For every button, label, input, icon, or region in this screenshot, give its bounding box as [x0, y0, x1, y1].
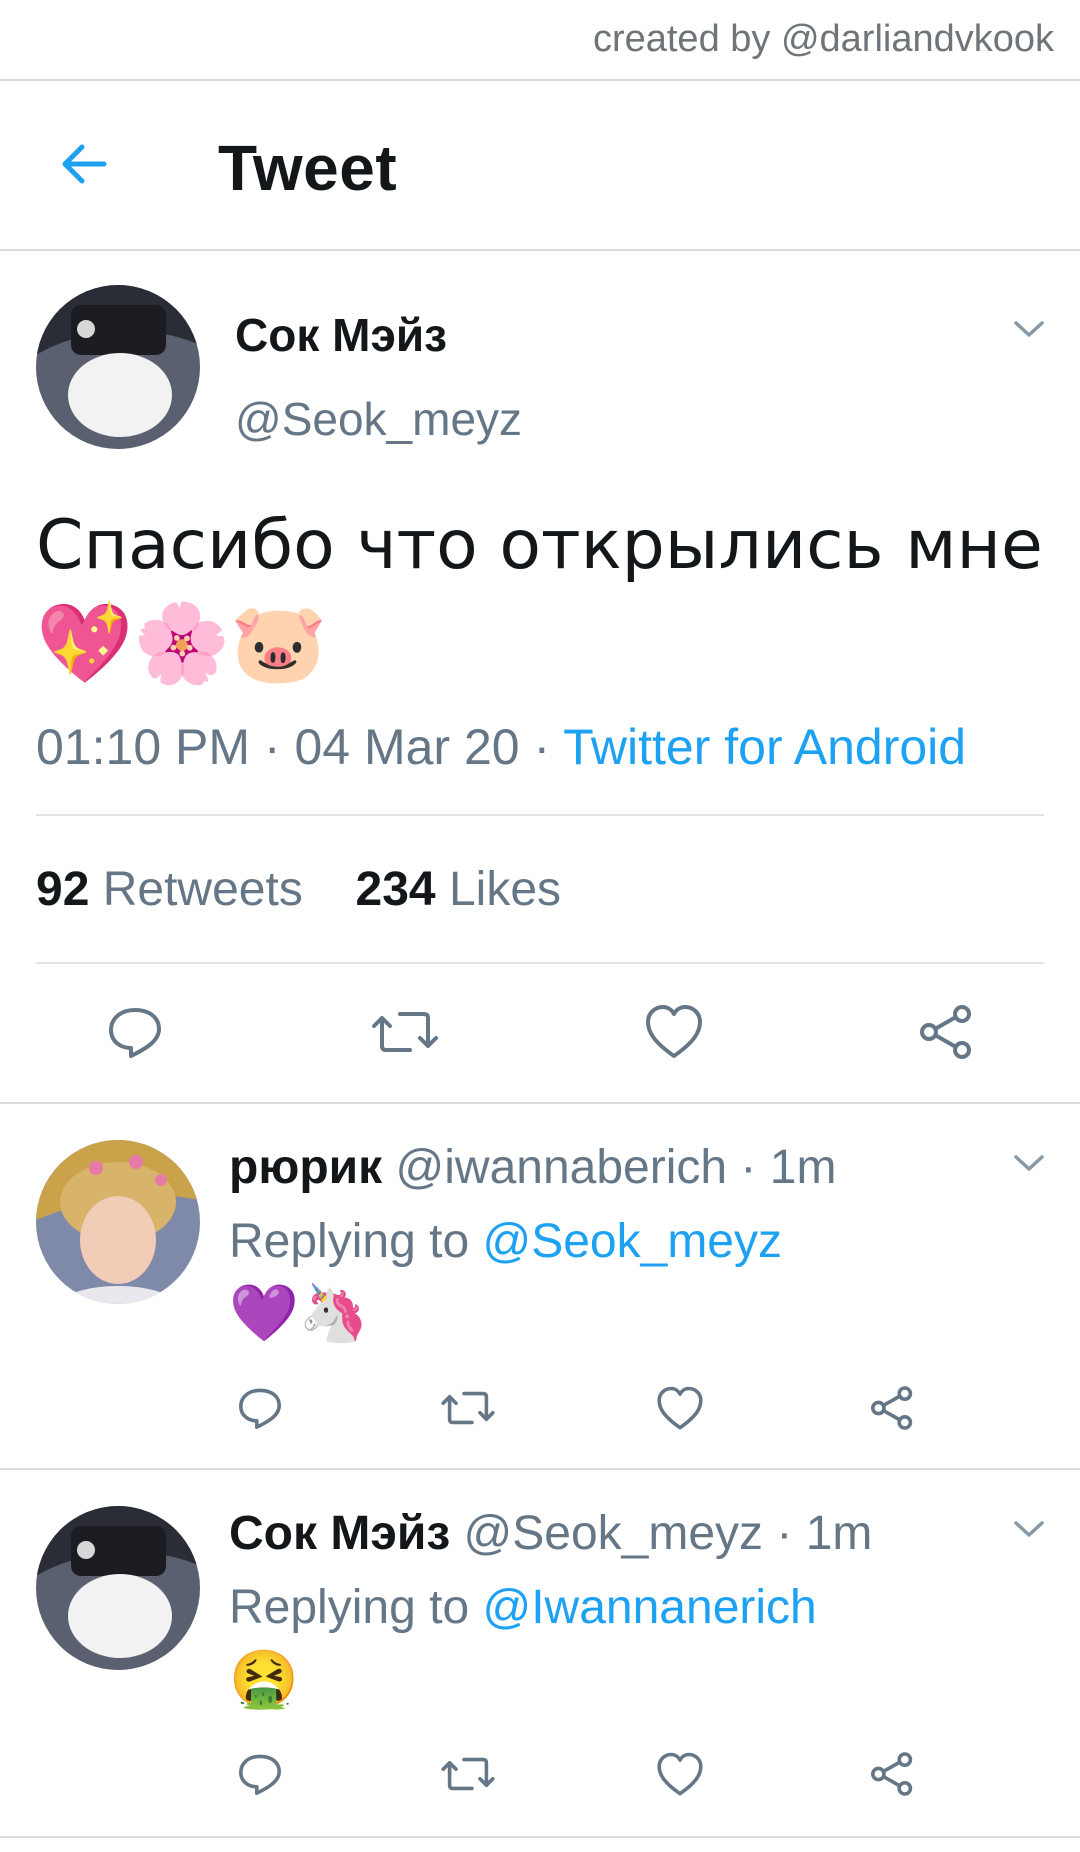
divider: [0, 1836, 1080, 1838]
reply-icon[interactable]: [236, 1384, 284, 1432]
credit-text: created by @darliandvkook: [592, 18, 1054, 60]
tweet-source-link[interactable]: Twitter for Android: [563, 719, 966, 775]
like-heart-icon[interactable]: [656, 1386, 704, 1431]
replying-to-link[interactable]: @Iwannanerich: [482, 1581, 816, 1634]
reply-text: 💜🦄: [229, 1281, 369, 1344]
author-handle[interactable]: @Seok_meyz: [235, 392, 522, 446]
tweet-text-body: Спасибо что открылись мне: [36, 506, 1043, 585]
chevron-down-icon[interactable]: [1012, 1518, 1046, 1540]
avatar[interactable]: [36, 285, 200, 449]
replying-to-label: Replying to: [229, 1581, 470, 1634]
reply-author-handle[interactable]: @Seok_meyz: [464, 1507, 764, 1560]
meta-separator: ·: [519, 719, 564, 775]
retweet-label[interactable]: Retweets: [103, 863, 303, 916]
divider: [0, 1468, 1080, 1470]
chevron-down-icon[interactable]: [1012, 318, 1046, 340]
divider: [0, 1102, 1080, 1104]
meta-separator: ·: [727, 1141, 770, 1194]
share-icon[interactable]: [868, 1384, 916, 1432]
reply-author-name[interactable]: Сок Мэйз: [229, 1507, 450, 1560]
credit-bar: created by @darliandvkook: [0, 0, 1080, 81]
header: Tweet: [0, 81, 1080, 251]
meta-separator: ·: [763, 1507, 806, 1560]
reply-time: 1m: [805, 1507, 873, 1560]
tweet-counts: 92 Retweets 234 Likes: [36, 862, 561, 917]
back-arrow-icon[interactable]: [56, 136, 112, 192]
replying-to-link[interactable]: @Seok_meyz: [482, 1215, 782, 1268]
retweet-count[interactable]: 92: [36, 863, 89, 916]
like-heart-icon[interactable]: [656, 1752, 704, 1797]
retweet-icon[interactable]: [440, 1384, 496, 1432]
reply-icon[interactable]: [236, 1750, 284, 1798]
tweet-time: 01:10 PM: [36, 719, 251, 775]
tweet-meta: 01:10 PM · 04 Mar 20 · Twitter for Andro…: [36, 718, 966, 776]
tweet-emojis: 💖🌸🐷: [36, 599, 328, 689]
retweet-icon[interactable]: [440, 1750, 496, 1798]
replying-to: Replying to @Iwannanerich: [229, 1580, 817, 1635]
author-name[interactable]: Сок Мэйз: [235, 308, 447, 362]
tweet-date: 04 Mar 20: [294, 719, 520, 775]
like-label[interactable]: Likes: [449, 863, 561, 916]
like-heart-icon[interactable]: [644, 1004, 704, 1060]
reply-header: Сок Мэйз @Seok_meyz · 1m: [229, 1506, 872, 1561]
share-icon[interactable]: [916, 1002, 976, 1062]
page-title: Tweet: [218, 132, 398, 204]
reply-avatar[interactable]: [36, 1506, 200, 1670]
reply-avatar[interactable]: [36, 1140, 200, 1304]
divider: [36, 814, 1044, 816]
reply-time: 1m: [769, 1141, 837, 1194]
chevron-down-icon[interactable]: [1012, 1152, 1046, 1174]
share-icon[interactable]: [868, 1750, 916, 1798]
like-count[interactable]: 234: [356, 863, 436, 916]
reply-text: 🤮: [229, 1647, 299, 1710]
replying-to-label: Replying to: [229, 1215, 470, 1268]
tweet-text: Спасибо что открылись мне 💖🌸🐷: [36, 498, 1046, 692]
divider: [36, 962, 1044, 964]
reply-header: рюрик @iwannaberich · 1m: [229, 1140, 836, 1195]
reply-author-name[interactable]: рюрик: [229, 1141, 382, 1194]
retweet-icon[interactable]: [370, 1002, 440, 1062]
replying-to: Replying to @Seok_meyz: [229, 1214, 782, 1269]
reply-icon[interactable]: [105, 1002, 165, 1062]
reply-author-handle[interactable]: @iwannaberich: [396, 1141, 728, 1194]
meta-separator: ·: [250, 719, 295, 775]
